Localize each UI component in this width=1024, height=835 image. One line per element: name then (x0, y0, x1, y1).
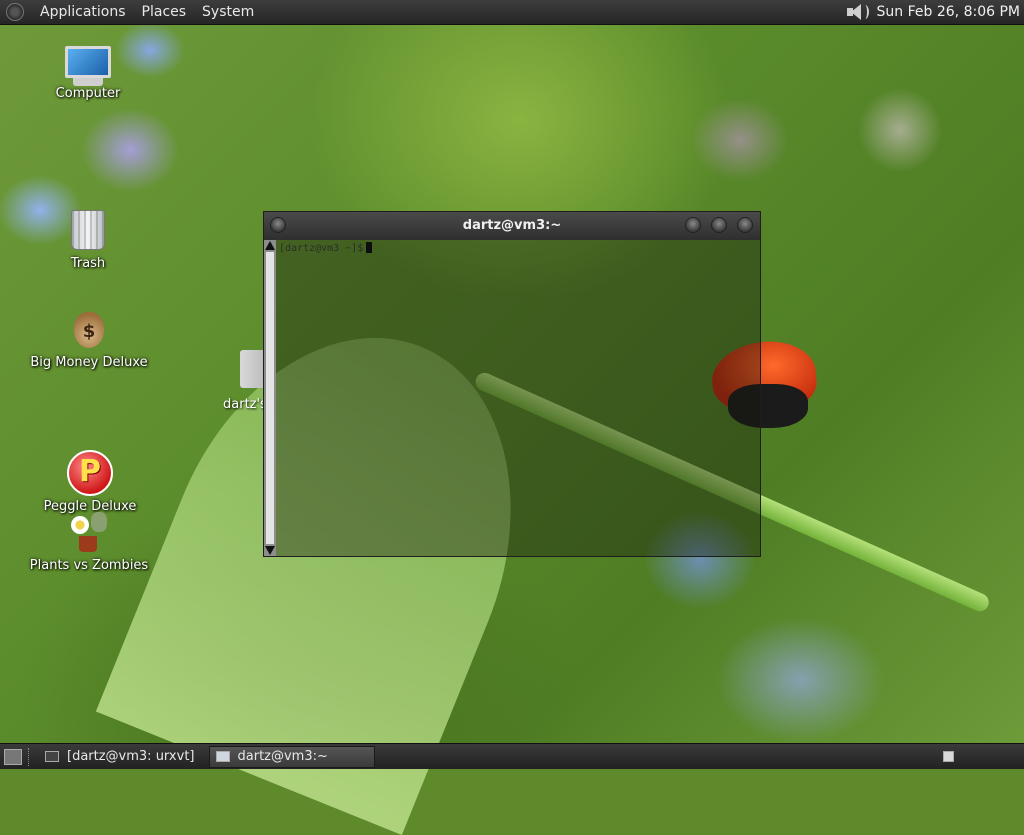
clock[interactable]: Sun Feb 26, 8:06 PM (877, 4, 1020, 20)
desktop-icon-label: Plants vs Zombies (29, 558, 149, 573)
minimize-button[interactable] (685, 217, 701, 233)
taskbar-item-urxvt[interactable]: [dartz@vm3: urxvt] (39, 746, 205, 768)
terminal-prompt: [dartz@vm3 ~]$ (279, 243, 364, 254)
scroll-down-arrow-icon[interactable] (265, 546, 275, 555)
panel-separator (28, 747, 31, 766)
desktop-icon-peggle[interactable]: P Peggle Deluxe (40, 450, 140, 514)
taskbar-item-terminal[interactable]: dartz@vm3:~ (208, 745, 375, 768)
text-cursor (366, 242, 373, 253)
taskbar-item-label: [dartz@vm3: urxvt] (67, 749, 195, 764)
top-panel: Applications Places System Sun Feb 26, 8… (0, 0, 1024, 25)
gnome-foot-icon[interactable] (6, 3, 24, 21)
terminal-prompt-line[interactable]: [dartz@vm3 ~]$ (279, 242, 373, 254)
panel-tray: Sun Feb 26, 8:06 PM (845, 2, 1024, 22)
desktop-icon-label: Computer (55, 86, 121, 101)
home-folder-icon[interactable] (240, 350, 264, 388)
menu-applications[interactable]: Applications (32, 0, 134, 24)
taskbar-item-label: dartz@vm3:~ (237, 749, 328, 764)
window-title: dartz@vm3:~ (462, 218, 562, 233)
trash-icon (71, 210, 105, 250)
computer-icon (65, 46, 111, 78)
menu-system[interactable]: System (194, 0, 262, 24)
menu-places[interactable]: Places (134, 0, 195, 24)
close-button[interactable] (737, 217, 753, 233)
money-bag-icon: $ (74, 312, 104, 348)
maximize-button[interactable] (711, 217, 727, 233)
home-folder-label: dartz's (223, 397, 267, 412)
window-icon (215, 751, 230, 762)
workspace-switcher[interactable] (943, 751, 954, 762)
window-icon (45, 751, 59, 762)
desktop-icon-trash[interactable]: Trash (52, 210, 124, 271)
volume-icon[interactable] (845, 2, 869, 22)
desktop-icon-label: Trash (70, 256, 106, 271)
show-desktop-icon[interactable] (4, 748, 22, 765)
window-titlebar[interactable]: dartz@vm3:~ (264, 212, 760, 240)
desktop-icon-label: Big Money Deluxe (30, 355, 148, 370)
scroll-up-arrow-icon[interactable] (265, 241, 275, 250)
window-menu-button[interactable] (270, 217, 286, 233)
monitor-stand (73, 78, 103, 86)
plants-vs-zombies-icon (69, 512, 109, 554)
desktop-icon-big-money[interactable]: $ Big Money Deluxe (30, 312, 148, 370)
terminal-window[interactable]: dartz@vm3:~ [dartz@vm3 ~]$ (263, 211, 761, 557)
peggle-icon: P (67, 450, 113, 496)
desktop-icon-pvz[interactable]: Plants vs Zombies (28, 512, 150, 573)
scrollbar-thumb[interactable] (266, 252, 274, 544)
bottom-panel: [dartz@vm3: urxvt] dartz@vm3:~ (0, 743, 1024, 769)
terminal-scrollbar[interactable] (264, 240, 276, 556)
desktop-icon-computer[interactable]: Computer (52, 46, 124, 101)
